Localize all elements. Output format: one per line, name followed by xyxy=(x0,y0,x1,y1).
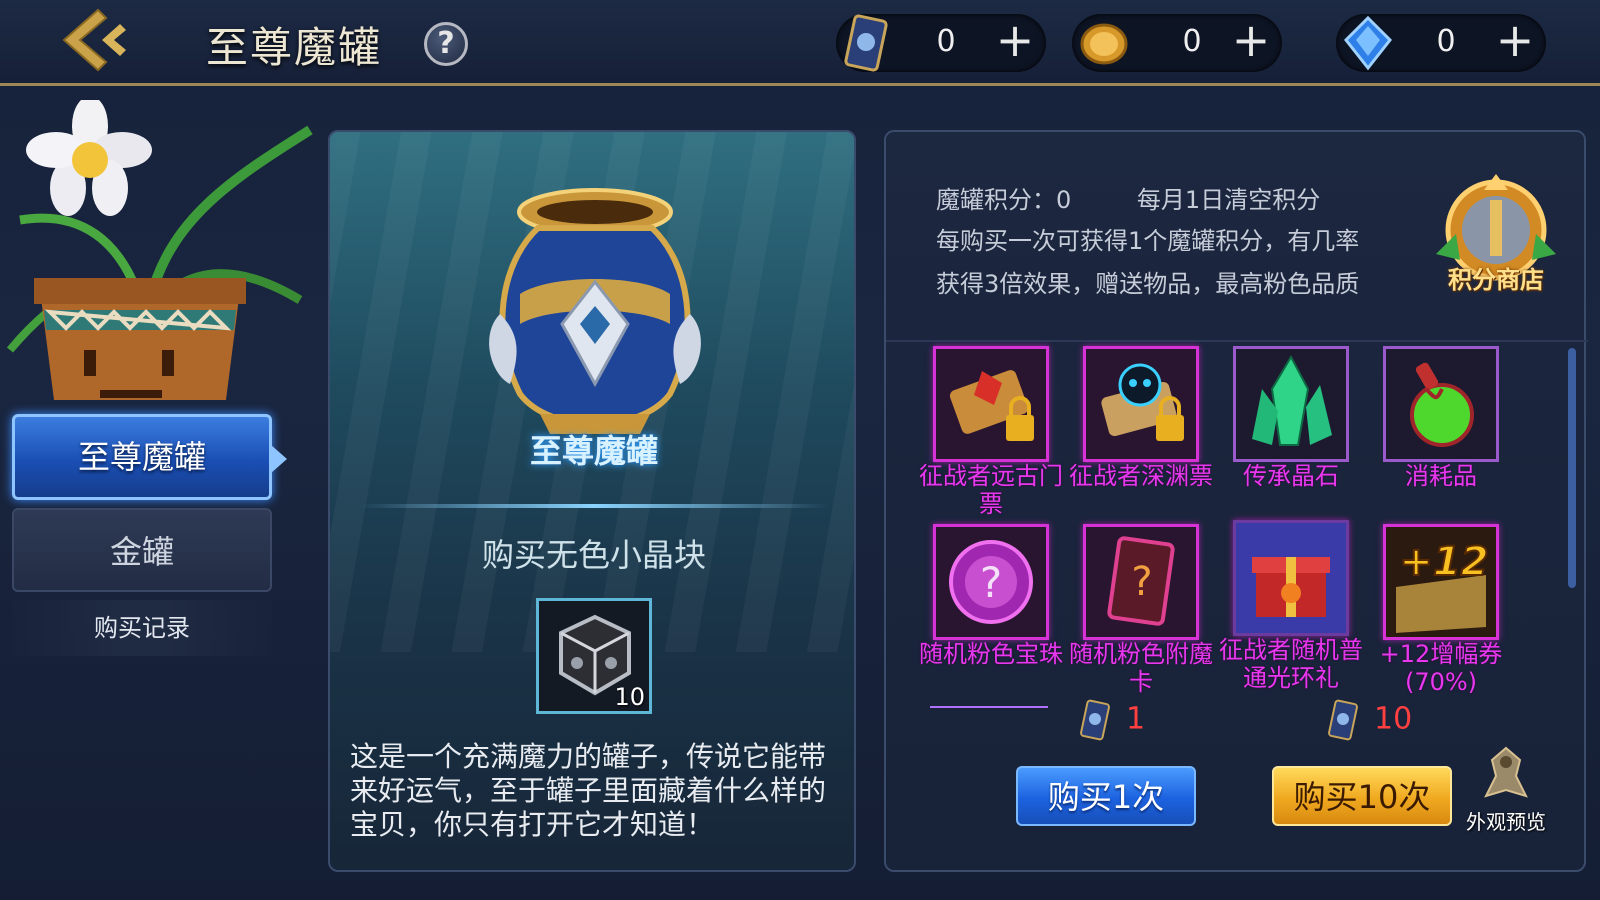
ticket-card-icon xyxy=(1328,699,1358,741)
reward-name: +12增幅券(70%) xyxy=(1379,640,1503,696)
add-gold-button[interactable]: + xyxy=(1228,17,1274,66)
reward-grid: 征战者远古门票 征战者深渊票 传承晶石 消耗品 ? 随机粉色宝珠 ? 随机粉色附… xyxy=(886,340,1546,706)
jar-points: 魔罐积分：0 xyxy=(936,186,1072,214)
gold-count: 0 xyxy=(1182,24,1202,59)
reward-name: 消耗品 xyxy=(1405,462,1477,490)
magic-jar-image xyxy=(489,188,701,434)
help-button[interactable]: ? xyxy=(424,22,468,66)
points-reset-note: 每月1日清空积分 xyxy=(1136,186,1321,214)
flower-pot-mascot xyxy=(6,100,313,400)
reward-name: 随机粉色宝珠 xyxy=(919,640,1063,668)
reward-name: 征战者随机普通光环礼 xyxy=(1219,636,1363,692)
reward-item[interactable]: 征战者随机普通光环礼 xyxy=(1216,520,1366,692)
reward-item[interactable]: 征战者远古门票 xyxy=(916,346,1066,518)
ticket-count: 0 xyxy=(936,24,956,59)
top-bar: 至尊魔罐 ? 0 + 0 + 0 + xyxy=(0,0,1600,86)
reward-item[interactable]: 征战者深渊票 xyxy=(1066,346,1216,490)
blue-diamond-icon xyxy=(1343,15,1393,71)
price-one: 1 xyxy=(1078,698,1145,742)
gold-coin-icon xyxy=(1080,23,1128,65)
reward-item[interactable]: +12 +12增幅券(70%) xyxy=(1366,524,1516,696)
pink-orb-icon: ? xyxy=(933,524,1049,640)
tab-supreme-jar[interactable]: 至尊魔罐 xyxy=(12,414,287,500)
ticket-card-icon xyxy=(1080,699,1110,741)
diamond-currency: 0 + xyxy=(1336,14,1546,72)
buy-ten-button[interactable]: 购买10次 xyxy=(1272,766,1452,826)
gift-box-icon xyxy=(1233,520,1349,636)
ticket-currency: 0 + xyxy=(836,14,1046,72)
add-diamond-button[interactable]: + xyxy=(1492,17,1538,66)
reward-item[interactable]: 消耗品 xyxy=(1366,346,1516,490)
price-ten-value: 10 xyxy=(1374,701,1413,737)
points-description: 每购买一次可获得1个魔罐积分，有几率获得3倍效果，赠送物品，最高粉色品质 xyxy=(936,227,1360,298)
reward-item[interactable]: ? 随机粉色宝珠 xyxy=(916,524,1066,668)
ticket-card-icon xyxy=(844,14,888,72)
crystal-count: 10 xyxy=(614,683,645,711)
gold-currency: 0 + xyxy=(1072,14,1282,72)
price-one-value: 1 xyxy=(1126,701,1146,737)
reward-name: 征战者深渊票 xyxy=(1069,462,1213,490)
reward-item[interactable]: 传承晶石 xyxy=(1216,346,1366,490)
svg-text:?: ? xyxy=(1131,559,1152,605)
back-arrow-icon[interactable] xyxy=(56,6,136,72)
reward-name: 随机粉色附魔卡 xyxy=(1069,640,1213,696)
points-shop-label: 积分商店 xyxy=(1448,266,1544,294)
page-title: 至尊魔罐 xyxy=(206,23,383,72)
reward-name: 传承晶石 xyxy=(1243,462,1339,490)
reward-scrollbar[interactable] xyxy=(1568,348,1576,588)
row-underline xyxy=(930,706,1048,708)
pink-card-icon: ? xyxy=(1083,524,1199,640)
tab-gold-jar[interactable]: 金罐 xyxy=(12,508,272,592)
reward-panel: 魔罐积分：0 每月1日清空积分 每购买一次可获得1个魔罐积分，有几率获得3倍效果… xyxy=(884,130,1588,872)
price-ten: 10 xyxy=(1326,698,1412,742)
green-potion-icon xyxy=(1383,346,1499,462)
green-crystal-icon xyxy=(1233,346,1349,462)
appearance-preview-label: 外观预览 xyxy=(1466,810,1546,834)
points-shop-button[interactable]: 积分商店 xyxy=(1426,164,1566,304)
reward-name: 征战者远古门票 xyxy=(919,462,1063,518)
buy-item-label: 购买无色小晶块 xyxy=(481,536,706,574)
amplify-ticket-icon: +12 xyxy=(1383,524,1499,640)
svg-text:+12: +12 xyxy=(1399,539,1488,585)
divider-glow xyxy=(360,504,828,508)
reward-item[interactable]: ? 随机粉色附魔卡 xyxy=(1066,524,1216,696)
scroll-lock-icon xyxy=(933,346,1049,462)
buy-once-button[interactable]: 购买1次 xyxy=(1016,766,1196,826)
armor-figure-icon xyxy=(1484,746,1528,798)
jar-name: 至尊魔罐 xyxy=(529,432,658,470)
svg-text:?: ? xyxy=(980,558,1002,607)
jar-detail-panel: 至尊魔罐 购买无色小晶块 10 这是一个充满魔力的罐子，传说它能带来好运气，至于… xyxy=(328,130,856,872)
purchase-record-button[interactable]: 购买记录 xyxy=(12,600,272,656)
diamond-count: 0 xyxy=(1436,24,1456,59)
skull-scroll-lock-icon xyxy=(1083,346,1199,462)
colorless-crystal-slot[interactable]: 10 xyxy=(536,598,652,714)
jar-description: 这是一个充满魔力的罐子，传说它能带来好运气，至于罐子里面藏着什么样的宝贝，你只有… xyxy=(350,740,827,841)
add-ticket-button[interactable]: + xyxy=(992,17,1038,66)
appearance-preview-button[interactable]: 外观预览 xyxy=(1456,744,1556,834)
points-info: 魔罐积分：0 每月1日清空积分 xyxy=(936,180,1320,215)
